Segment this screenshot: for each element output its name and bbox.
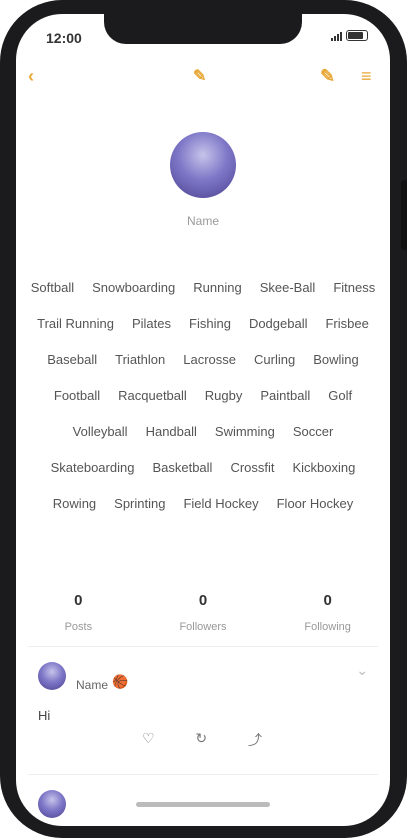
interest-tag[interactable]: Dodgeball bbox=[247, 316, 310, 332]
interest-tags: Softball Snowboarding Running Skee-Ball Fitn… bbox=[24, 280, 382, 512]
interest-tag[interactable]: Trail Running bbox=[35, 316, 116, 332]
post-author[interactable]: Name bbox=[76, 678, 108, 692]
interest-tag[interactable]: Sprinting bbox=[112, 496, 167, 512]
app-screen: 12:00 ‹ ✎ ✎ ≡ Name Softball Snowboarding R… bbox=[16, 14, 390, 826]
interest-tag[interactable]: Curling bbox=[252, 352, 297, 368]
stat-label: Posts bbox=[64, 621, 93, 633]
interest-tag[interactable]: Skee-Ball bbox=[258, 280, 318, 296]
interest-tag[interactable]: Pilates bbox=[130, 316, 173, 332]
stat-followers[interactable]: 0 Followers bbox=[153, 592, 253, 633]
battery-icon bbox=[346, 30, 368, 41]
interest-tag[interactable]: Snowboarding bbox=[90, 280, 177, 296]
stat-label: Following bbox=[304, 621, 351, 633]
interest-tag[interactable]: Baseball bbox=[45, 352, 99, 368]
interest-tag[interactable]: Handball bbox=[144, 424, 199, 440]
stat-following[interactable]: 0 Following bbox=[278, 592, 378, 633]
interest-tag[interactable]: Basketball bbox=[150, 460, 214, 476]
stat-count: 0 bbox=[323, 592, 332, 609]
notch bbox=[104, 14, 302, 44]
interest-tag[interactable]: Paintball bbox=[258, 388, 312, 404]
post-avatar[interactable] bbox=[38, 662, 66, 690]
post-avatar[interactable] bbox=[38, 790, 66, 818]
divider bbox=[28, 774, 378, 775]
interest-tag[interactable]: Triathlon bbox=[113, 352, 167, 368]
home-indicator[interactable] bbox=[136, 802, 270, 807]
interest-tag[interactable]: Softball bbox=[29, 280, 76, 296]
phone-frame: 12:00 ‹ ✎ ✎ ≡ Name Softball Snowboarding R… bbox=[0, 0, 407, 838]
share-icon[interactable]: ⤴ bbox=[248, 730, 262, 750]
side-button bbox=[401, 180, 407, 250]
signal-icon bbox=[331, 31, 342, 41]
interest-tag[interactable]: Golf bbox=[326, 388, 354, 404]
interest-tag[interactable]: Floor Hockey bbox=[275, 496, 356, 512]
interest-tag[interactable]: Running bbox=[191, 280, 243, 296]
interest-tag[interactable]: Fishing bbox=[187, 316, 233, 332]
profile-name: Name bbox=[186, 214, 219, 228]
repost-icon[interactable]: ↻ bbox=[195, 730, 207, 750]
stat-posts[interactable]: 0 Posts bbox=[28, 592, 128, 633]
chevron-down-icon[interactable]: ⌄ bbox=[356, 662, 368, 679]
stat-count: 0 bbox=[74, 592, 83, 609]
interest-tag[interactable]: Rowing bbox=[51, 496, 98, 512]
profile-stats: 0 Posts 0 Followers 0 Following bbox=[16, 592, 390, 633]
divider bbox=[28, 646, 378, 647]
interest-tag[interactable]: Football bbox=[52, 388, 102, 404]
interest-tag[interactable]: Crossfit bbox=[228, 460, 276, 476]
interest-tag[interactable]: Frisbee bbox=[323, 316, 370, 332]
interest-tag[interactable]: Rugby bbox=[203, 388, 245, 404]
interest-tag[interactable]: Soccer bbox=[291, 424, 335, 440]
back-icon[interactable]: ‹ bbox=[28, 66, 34, 87]
post-text: Hi bbox=[38, 708, 51, 723]
profile-avatar[interactable] bbox=[170, 132, 236, 198]
like-icon[interactable]: ♡ bbox=[142, 730, 155, 750]
interest-tag[interactable]: Field Hockey bbox=[181, 496, 260, 512]
interest-tag[interactable]: Swimming bbox=[213, 424, 277, 440]
basketball-icon: 🏀 bbox=[112, 674, 129, 689]
pencil-icon[interactable]: ✎ bbox=[193, 66, 206, 86]
interest-tag[interactable]: Bowling bbox=[311, 352, 361, 368]
interest-tag[interactable]: Kickboxing bbox=[291, 460, 358, 476]
interest-tag[interactable]: Skateboarding bbox=[49, 460, 137, 476]
interest-tag[interactable]: Racquetball bbox=[116, 388, 189, 404]
stat-count: 0 bbox=[198, 592, 208, 609]
menu-icon[interactable]: ≡ bbox=[361, 66, 372, 87]
status-icons bbox=[331, 30, 368, 41]
post-actions: ♡ ↻ ⤴ bbox=[142, 730, 262, 750]
interest-tag[interactable]: Fitness bbox=[331, 280, 377, 296]
interest-tag[interactable]: Volleyball bbox=[71, 424, 130, 440]
status-time: 12:00 bbox=[46, 30, 82, 46]
stat-label: Followers bbox=[179, 621, 227, 633]
edit-icon[interactable]: ✎ bbox=[320, 66, 335, 87]
interest-tag[interactable]: Lacrosse bbox=[181, 352, 238, 368]
